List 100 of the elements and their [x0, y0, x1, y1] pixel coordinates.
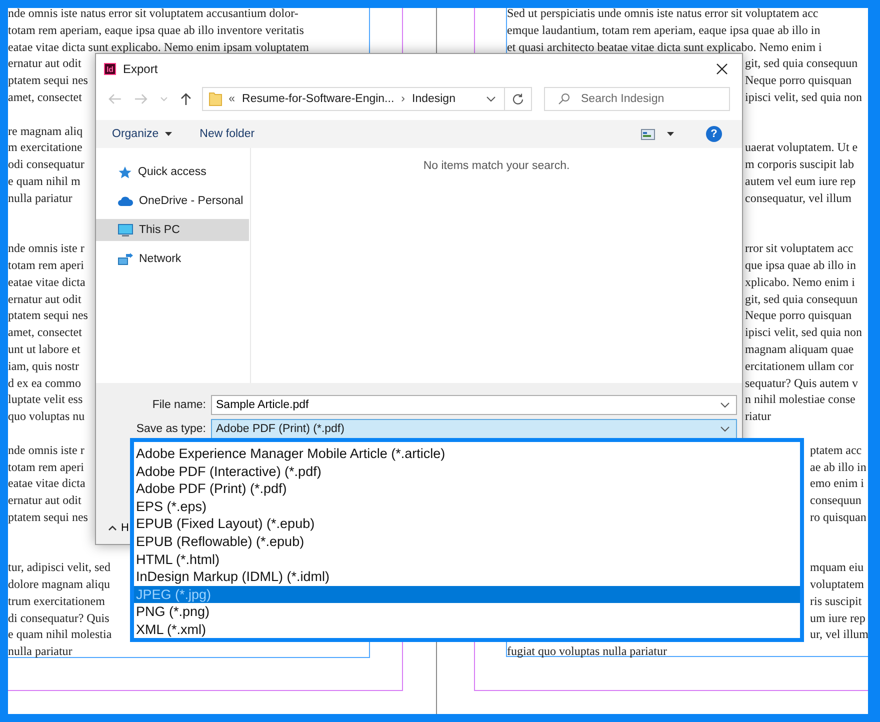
- document-text: ptatem sequi nes: [8, 308, 88, 322]
- document-text: et quasi architecto beatae vitae dicta sunt explicabo. Nemo enim i: [507, 40, 822, 54]
- document-text: nde omnis iste natus error sit voluptatem accusantium dolor-: [8, 8, 298, 20]
- network-icon: [118, 252, 133, 266]
- refresh-icon: [512, 93, 524, 105]
- document-text: ptatem sequi nes: [8, 510, 88, 524]
- document-text: re magnam aliq: [8, 124, 83, 138]
- nav-item[interactable]: This PC: [96, 219, 249, 241]
- document-text: odi consequatur: [8, 157, 84, 172]
- document-text: dolore magnam aliqu: [8, 577, 110, 592]
- document-text: emque laudantium, totam rem aperiam, eaque ipsa quae ab illo in: [507, 22, 820, 37]
- document-text: nde omnis iste r: [8, 442, 84, 457]
- document-text: iam, quis nostr: [8, 358, 79, 373]
- document-text: nde omnis iste r: [8, 241, 84, 256]
- nav-item[interactable]: OneDrive - Personal: [96, 190, 249, 212]
- document-text: tur, adipisci velit, sed: [8, 560, 110, 574]
- document-text: ernatur aut odit: [8, 56, 82, 70]
- close-icon[interactable]: [716, 63, 728, 75]
- document-text: autem vel eum iure rep: [745, 174, 856, 188]
- address-bar[interactable]: « Resume-for-Software-Engin... › Indesign: [202, 87, 506, 111]
- file-type-option[interactable]: PNG (*.png): [134, 603, 800, 621]
- document-text: ris suscipit: [810, 594, 862, 608]
- refresh-button[interactable]: [504, 87, 532, 111]
- document-text: emo enim i: [810, 476, 864, 490]
- document-text: totam rem aperi: [8, 258, 84, 272]
- document-text: riatur: [745, 409, 771, 424]
- document-text: Sed ut perspiciatis unde omnis iste natus error sit voluptatem acc: [507, 8, 818, 20]
- chevron-up-icon: [108, 525, 117, 531]
- file-type-option[interactable]: EPUB (Reflowable) (*.epub): [134, 532, 800, 551]
- field-label: File name:: [151, 399, 206, 411]
- document-text: git, sed quia consequun: [745, 292, 858, 306]
- document-text: ptatem sequi nes: [8, 73, 88, 88]
- document-text: um iure rep: [810, 610, 866, 625]
- document-text: unt ut labore et: [8, 342, 80, 356]
- document-text: uaerat voluptatem. Ut e: [745, 140, 858, 154]
- chevron-down-icon[interactable]: [720, 402, 730, 408]
- search-field[interactable]: Search Indesign: [544, 87, 730, 111]
- empty-message: No items match your search.: [423, 160, 570, 174]
- hide-folders-button[interactable]: H: [96, 522, 129, 534]
- document-text: eatae vitae dicta sunt explicabo. Nemo enim ipsam voluptatem: [8, 40, 309, 54]
- nav-item[interactable]: Network: [96, 248, 249, 270]
- document-text: nulla pariatur: [8, 190, 72, 205]
- document-text: nulla pariatur: [8, 644, 72, 658]
- save-as-type-dropdown[interactable]: Adobe PDF (Print) (*.pdf): [211, 419, 737, 439]
- document-text: que ipsa quae ab illo in: [745, 258, 856, 272]
- file-type-option[interactable]: Adobe PDF (Print) (*.pdf): [134, 480, 800, 498]
- document-text: voluptatem: [810, 577, 864, 592]
- document-text: ipisci velit, sed quia non: [745, 325, 862, 340]
- document-text: totam rem aperiam, eaque ipsa quae ab illo inventore veritatis: [8, 22, 304, 37]
- document-text: consequun: [810, 493, 862, 508]
- file-type-option[interactable]: XML (*.xml): [134, 620, 800, 639]
- file-type-option[interactable]: Adobe Experience Manager Mobile Article (*.article): [134, 445, 800, 463]
- document-text: rror sit voluptatem acc: [745, 241, 854, 256]
- file-type-option[interactable]: InDesign Markup (IDML) (*.idml): [134, 568, 800, 586]
- document-text: ercitationem ullam cor: [745, 358, 854, 373]
- document-text: xplicabo. Nemo enim i: [745, 274, 855, 289]
- breadcrumb-separator: ›: [401, 93, 405, 105]
- breadcrumb[interactable]: Resume-for-Software-Engin...: [242, 93, 394, 105]
- star-icon: [118, 166, 132, 178]
- document-text: luptate velit ess: [8, 392, 83, 406]
- breadcrumb[interactable]: Indesign: [412, 93, 456, 105]
- document-text: eatae vitae dicta: [8, 476, 86, 490]
- search-icon: [558, 93, 570, 105]
- document-text: quo voluptas nu: [8, 409, 85, 424]
- file-type-option[interactable]: Adobe PDF (Interactive) (*.pdf): [134, 462, 800, 480]
- document-text: ur, vel illum: [810, 627, 868, 642]
- up-arrow-icon[interactable]: [180, 92, 192, 106]
- document-text: ro quisquan: [810, 510, 866, 524]
- organize-button[interactable]: Organize: [112, 128, 159, 140]
- chevron-down-icon: [720, 426, 730, 432]
- file-type-option[interactable]: EPUB (Fixed Layout) (*.epub): [134, 515, 800, 533]
- document-text: ae ab illo in: [810, 460, 866, 474]
- file-name-field[interactable]: Sample Article.pdf: [211, 395, 737, 415]
- document-text: di consequatur? Quis: [8, 610, 110, 625]
- view-icon[interactable]: [641, 128, 655, 140]
- document-text: git, sed quia consequun: [745, 56, 858, 70]
- document-text: d ex ea commo: [8, 376, 81, 390]
- caret-icon: [164, 132, 172, 136]
- document-text: amet, consectet: [8, 325, 82, 340]
- document-text: fugiat quo voluptas nulla pariatur: [507, 644, 667, 658]
- document-text: ernatur aut odit: [8, 292, 82, 306]
- document-text: trum exercitationem: [8, 594, 105, 608]
- new-folder-button[interactable]: New folder: [200, 128, 255, 140]
- document-text: sequatur? Quis autem v: [745, 376, 858, 390]
- app-icon: Id: [104, 63, 116, 75]
- document-text: e quam nihil m: [8, 174, 80, 188]
- document-text: Neque porro quisquan: [745, 73, 852, 88]
- breadcrumb-separator: «: [228, 93, 236, 105]
- document-text: amet, consectet: [8, 90, 82, 104]
- chevron-down-icon[interactable]: [486, 96, 496, 102]
- file-type-option[interactable]: EPS (*.eps): [134, 498, 800, 516]
- help-button[interactable]: ?: [706, 126, 722, 142]
- caret-icon[interactable]: [667, 132, 674, 136]
- document-text: Neque porro quisquan: [745, 308, 852, 322]
- document-text: e quam nihil molestia: [8, 627, 112, 642]
- field-label: Save as type:: [135, 423, 206, 435]
- file-type-option[interactable]: HTML (*.html): [134, 550, 800, 568]
- document-text: ipisci velit, sed quia non: [745, 90, 862, 104]
- document-text: eatae vitae dicta: [8, 274, 86, 289]
- nav-item[interactable]: Quick access: [96, 161, 249, 183]
